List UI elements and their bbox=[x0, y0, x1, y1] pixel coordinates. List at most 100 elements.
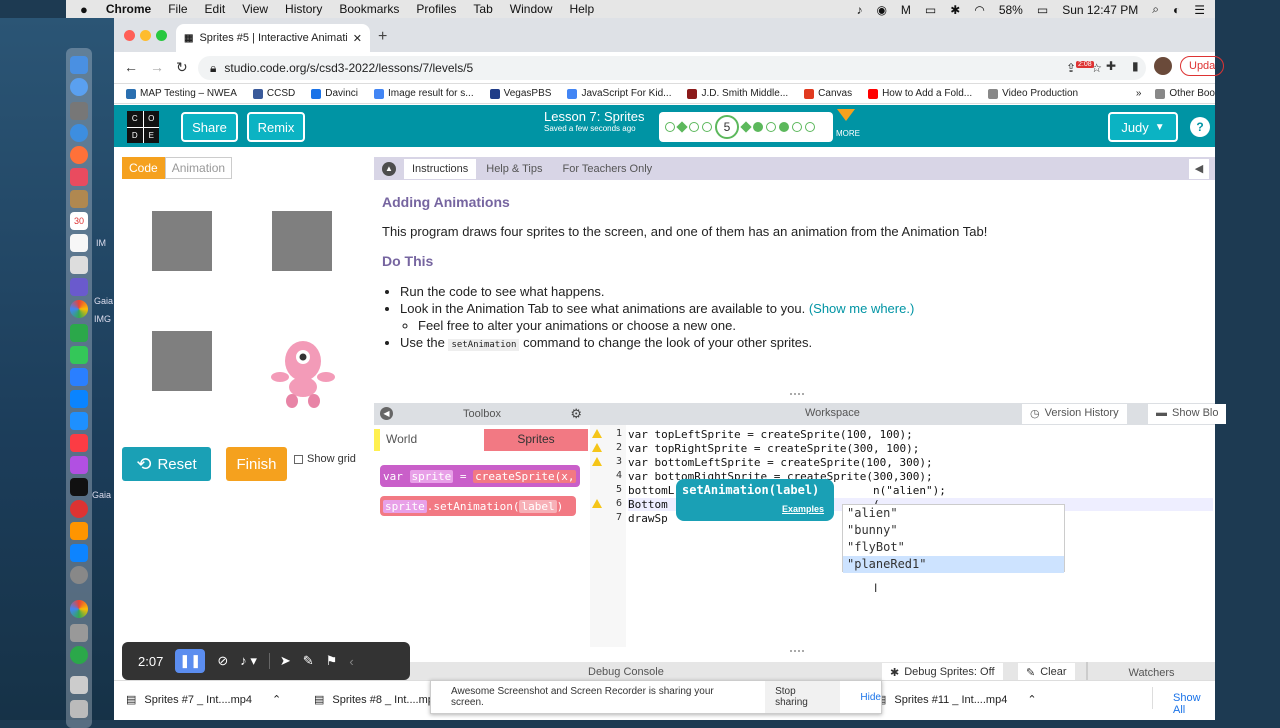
level-dot[interactable] bbox=[689, 122, 699, 132]
clock[interactable]: Sun 12:47 PM bbox=[1062, 3, 1138, 17]
menu-bookmarks[interactable]: Bookmarks bbox=[339, 2, 399, 16]
books-icon[interactable] bbox=[70, 522, 88, 540]
level-dot[interactable] bbox=[792, 122, 802, 132]
battery-icon[interactable]: ▭ bbox=[1037, 3, 1048, 17]
stop-sharing-button[interactable]: Stop sharing bbox=[765, 681, 841, 713]
menu-help[interactable]: Help bbox=[569, 2, 594, 16]
code-line[interactable]: var bottomLeftSprite = createSprite(100,… bbox=[628, 456, 933, 469]
charts-icon[interactable] bbox=[70, 390, 88, 408]
running-app-icon[interactable] bbox=[70, 646, 88, 664]
collapse-bar-icon[interactable]: ‹ bbox=[349, 654, 353, 669]
remix-button[interactable]: Remix bbox=[247, 112, 305, 142]
chrome-dock-icon[interactable] bbox=[70, 300, 88, 318]
highlighter-icon[interactable]: ⚑ bbox=[326, 653, 338, 669]
folder-stack-icon[interactable] bbox=[70, 676, 88, 694]
launchpad-icon[interactable] bbox=[70, 102, 88, 120]
chevron-up-icon[interactable]: ⌃ bbox=[1027, 693, 1036, 706]
apple-icon[interactable]: ● bbox=[80, 2, 88, 17]
bookmark-item[interactable]: J.D. Smith Middle... bbox=[687, 88, 788, 99]
tab-for-teachers[interactable]: For Teachers Only bbox=[553, 159, 663, 179]
side-panel-icon[interactable]: ▮ bbox=[1132, 59, 1139, 73]
level-dot[interactable] bbox=[766, 122, 776, 132]
bookmark-item[interactable]: MAP Testing – NWEA bbox=[126, 88, 237, 99]
download-item[interactable]: ▤Sprites #11 _ Int....mp4⌃ bbox=[876, 693, 1037, 707]
level-dot[interactable] bbox=[702, 122, 712, 132]
bookmark-item[interactable]: Davinci bbox=[311, 88, 358, 99]
camera-off-icon[interactable]: ⊘ bbox=[217, 653, 228, 669]
bookmark-item[interactable]: Video Production bbox=[988, 88, 1078, 99]
podcasts-icon[interactable] bbox=[70, 456, 88, 474]
battery-percent[interactable]: 58% bbox=[999, 3, 1023, 17]
airplay-icon[interactable]: ▭ bbox=[925, 3, 936, 17]
more-label[interactable]: MORE bbox=[836, 129, 860, 138]
spotlight-icon[interactable]: ⌕ bbox=[1152, 2, 1159, 17]
siri-icon[interactable]: ◐ bbox=[1173, 3, 1180, 17]
download-item[interactable]: ▤ Sprites #7 _ Int....mp4 ⌃ bbox=[126, 693, 281, 707]
address-bar[interactable]: 🔒︎ studio.code.org/s/csd3-2022/lessons/7… bbox=[198, 56, 1146, 80]
debug-console-title[interactable]: Debug Console bbox=[588, 666, 664, 678]
finder-icon[interactable] bbox=[70, 56, 88, 74]
show-grid[interactable]: Show grid bbox=[294, 453, 356, 465]
firefox-icon[interactable] bbox=[70, 146, 88, 164]
share-page-icon[interactable]: ⇪ bbox=[1066, 61, 1076, 75]
malwarebytes-icon[interactable]: M bbox=[901, 3, 911, 17]
warning-icon[interactable] bbox=[592, 429, 602, 438]
warning-icon[interactable] bbox=[592, 499, 602, 508]
tab-help-tips[interactable]: Help & Tips bbox=[476, 159, 552, 179]
url-text[interactable]: studio.code.org/s/csd3-2022/lessons/7/le… bbox=[224, 61, 473, 75]
minimize-window-button[interactable] bbox=[140, 30, 151, 41]
lesson-title[interactable]: Lesson 7: Sprites bbox=[544, 109, 644, 124]
back-icon[interactable]: ← bbox=[124, 59, 138, 75]
chevron-up-icon[interactable]: ⌃ bbox=[272, 693, 281, 706]
autocomplete-item[interactable]: "alien" bbox=[843, 505, 1064, 522]
preview-icon[interactable] bbox=[70, 256, 88, 274]
close-tab-icon[interactable]: ✕ bbox=[353, 32, 362, 45]
warning-icon[interactable] bbox=[592, 457, 602, 466]
examples-link[interactable]: Examples bbox=[782, 504, 824, 514]
reset-button[interactable]: ⟲ Reset bbox=[122, 447, 211, 481]
microphone-status-icon[interactable]: ♪ bbox=[856, 3, 862, 17]
tv-icon[interactable] bbox=[70, 478, 88, 496]
tab-animation[interactable]: Animation bbox=[164, 157, 233, 179]
user-menu[interactable]: Judy ▼ bbox=[1108, 112, 1178, 142]
category-sprites[interactable]: Sprites bbox=[484, 429, 588, 451]
bookmarks-overflow-icon[interactable]: » bbox=[1136, 88, 1142, 99]
bookmark-item[interactable]: Image result for s... bbox=[374, 88, 474, 99]
forward-icon[interactable]: → bbox=[150, 59, 164, 75]
bookmark-item[interactable]: JavaScript For Kid... bbox=[567, 88, 671, 99]
level-dot[interactable] bbox=[779, 122, 789, 132]
level-dot[interactable] bbox=[805, 122, 815, 132]
collapse-toolbox-icon[interactable]: ◀ bbox=[380, 407, 393, 420]
autocomplete-item[interactable]: "flyBot" bbox=[843, 539, 1064, 556]
lock-icon[interactable]: 🔒︎ bbox=[210, 61, 216, 76]
download-item[interactable]: ▤ Sprites #8 _ Int....mp4 bbox=[314, 693, 440, 707]
level-dot[interactable] bbox=[753, 122, 763, 132]
wifi-icon[interactable]: ◠ bbox=[974, 3, 984, 17]
bookmark-item[interactable]: Canvas bbox=[804, 88, 852, 99]
level-diamond-icon[interactable] bbox=[676, 121, 688, 133]
notes-icon[interactable] bbox=[70, 190, 88, 208]
set-animation-block[interactable]: sprite .setAnimation( label ) bbox=[380, 496, 576, 516]
menu-profiles[interactable]: Profiles bbox=[416, 2, 456, 16]
reload-icon[interactable]: ↻ bbox=[176, 59, 188, 76]
zoom-icon[interactable] bbox=[70, 368, 88, 386]
new-tab-button[interactable]: + bbox=[378, 28, 387, 46]
code-line[interactable]: drawSp bbox=[628, 512, 668, 525]
pointer-icon[interactable]: ➤ bbox=[268, 653, 291, 669]
photos-icon[interactable] bbox=[70, 168, 88, 186]
code-org-logo[interactable]: C O D E bbox=[127, 111, 159, 143]
pause-icon[interactable]: ❚❚ bbox=[175, 649, 206, 673]
document-icon[interactable] bbox=[70, 234, 88, 252]
game-stage[interactable] bbox=[122, 181, 362, 421]
more-arrow-icon[interactable] bbox=[837, 109, 855, 121]
messages-icon[interactable] bbox=[70, 324, 88, 342]
autocomplete-item[interactable]: "bunny" bbox=[843, 522, 1064, 539]
profile-avatar[interactable] bbox=[1154, 57, 1172, 75]
code-line[interactable]: var topLeftSprite = createSprite(100, 10… bbox=[628, 428, 913, 441]
close-window-button[interactable] bbox=[124, 30, 135, 41]
screen-record-icon[interactable]: ◉ bbox=[876, 3, 886, 17]
app-icon[interactable] bbox=[70, 278, 88, 296]
speaker-icon[interactable]: ◀ bbox=[1189, 158, 1209, 179]
autocomplete-item-selected[interactable]: "planeRed1" bbox=[843, 556, 1064, 573]
menu-view[interactable]: View bbox=[242, 2, 268, 16]
